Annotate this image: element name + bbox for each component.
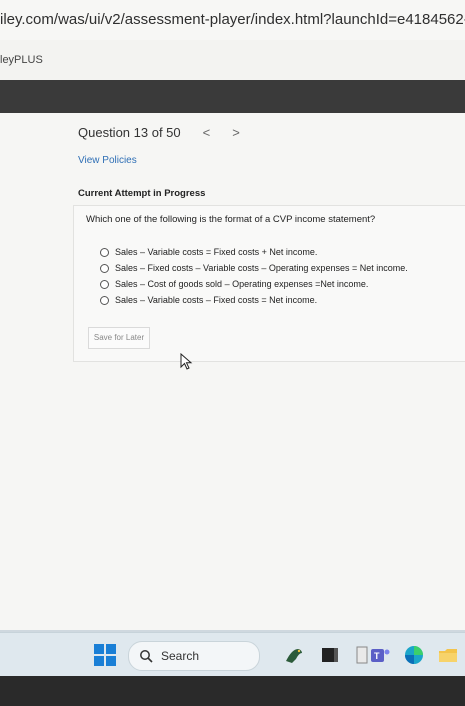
answer-option-label: Sales – Cost of goods sold – Operating e… xyxy=(115,279,369,289)
assessment-content: Question 13 of 50 < > View Policies Curr… xyxy=(0,113,465,633)
save-for-later-button[interactable]: Save for Later xyxy=(88,327,150,349)
windows-logo-icon xyxy=(94,644,104,654)
windows-logo-icon xyxy=(94,656,104,666)
answer-option-2[interactable]: Sales – Fixed costs – Variable costs – O… xyxy=(100,260,408,276)
search-icon xyxy=(140,650,153,663)
app-window-icon[interactable] xyxy=(318,643,342,667)
mouse-cursor-icon xyxy=(180,353,193,370)
answer-option-label: Sales – Fixed costs – Variable costs – O… xyxy=(115,263,408,273)
app-title: leyPLUS xyxy=(0,54,43,66)
answer-options: Sales – Variable costs = Fixed costs + N… xyxy=(100,244,408,308)
search-label: Search xyxy=(161,649,200,663)
browser-icon[interactable] xyxy=(402,643,426,667)
app-header: leyPLUS xyxy=(0,40,465,82)
answer-option-label: Sales – Variable costs – Fixed costs = N… xyxy=(115,295,318,305)
assessment-toolbar xyxy=(0,80,465,113)
question-prompt: Which one of the following is the format… xyxy=(86,214,376,225)
taskbar-search[interactable]: Search xyxy=(128,641,260,671)
teams-icon[interactable]: T xyxy=(368,643,392,667)
question-header: Question 13 of 50 < > xyxy=(78,125,240,140)
file-explorer-icon[interactable] xyxy=(436,643,460,667)
monitor-bezel xyxy=(0,676,465,706)
attempt-status: Current Attempt in Progress xyxy=(78,188,206,199)
windows-logo-icon xyxy=(106,656,116,666)
bird-widget-icon[interactable] xyxy=(282,643,306,667)
radio-button[interactable] xyxy=(100,247,109,257)
answer-option-3[interactable]: Sales – Cost of goods sold – Operating e… xyxy=(100,276,408,292)
view-policies-link[interactable]: View Policies xyxy=(78,155,137,166)
address-bar[interactable]: iley.com/was/ui/v2/assessment-player/ind… xyxy=(0,0,465,41)
windows-logo-icon xyxy=(106,644,116,654)
question-counter: Question 13 of 50 xyxy=(78,125,181,140)
radio-button[interactable] xyxy=(100,279,109,289)
answer-option-1[interactable]: Sales – Variable costs = Fixed costs + N… xyxy=(100,244,408,260)
taskbar: Search T xyxy=(0,632,465,677)
answer-option-4[interactable]: Sales – Variable costs – Fixed costs = N… xyxy=(100,292,408,308)
next-question-button[interactable]: > xyxy=(232,125,240,140)
answer-option-label: Sales – Variable costs = Fixed costs + N… xyxy=(115,247,318,257)
url-text: iley.com/was/ui/v2/assessment-player/ind… xyxy=(0,11,465,28)
start-button[interactable] xyxy=(94,644,116,666)
radio-button[interactable] xyxy=(100,295,109,305)
previous-question-button[interactable]: < xyxy=(203,125,211,140)
svg-text:T: T xyxy=(374,651,380,661)
radio-button[interactable] xyxy=(100,263,109,273)
